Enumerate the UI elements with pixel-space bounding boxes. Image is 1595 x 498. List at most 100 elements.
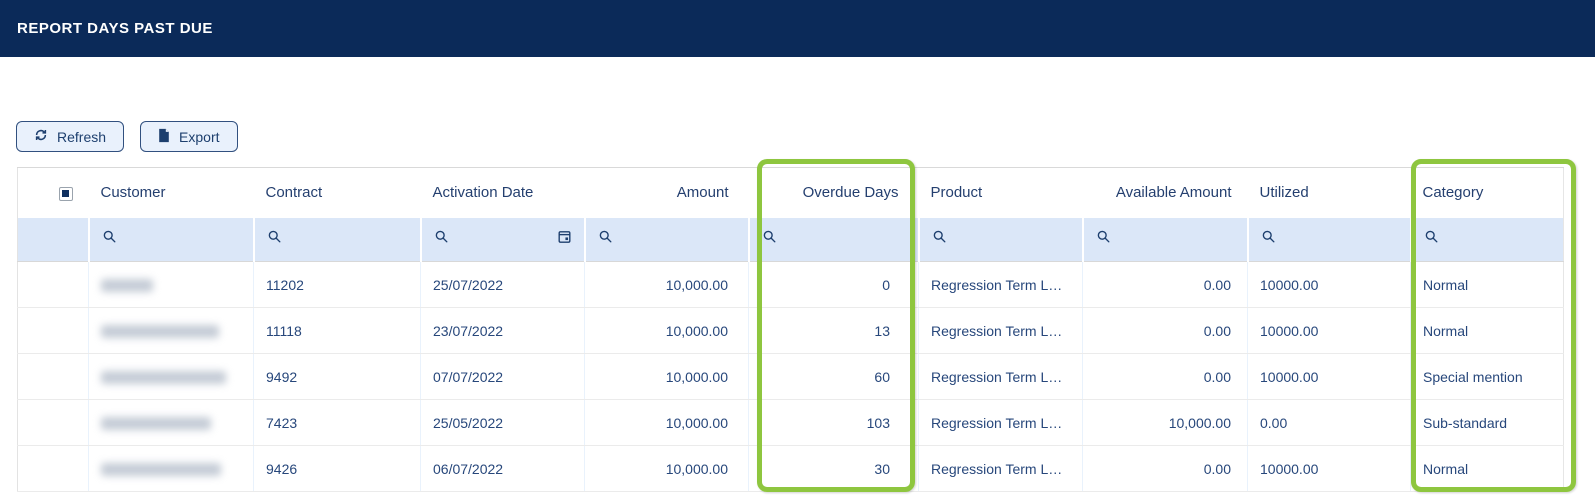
category-cell: Special mention	[1411, 354, 1564, 400]
customer-redacted	[101, 325, 219, 338]
activation-date-cell: 25/07/2022	[421, 262, 585, 308]
search-icon	[1424, 231, 1439, 248]
row-select-cell	[18, 354, 89, 400]
filter-utilized[interactable]	[1248, 218, 1411, 262]
utilized-cell: 0.00	[1248, 400, 1411, 446]
calendar-icon[interactable]	[557, 229, 572, 249]
utilized-cell: 10000.00	[1248, 446, 1411, 492]
utilized-cell: 10000.00	[1248, 262, 1411, 308]
filter-activation-date[interactable]	[421, 218, 585, 262]
overdue-days-cell: 30	[749, 446, 919, 492]
search-icon	[932, 231, 947, 248]
contract-cell: 7423	[254, 400, 421, 446]
search-icon	[1261, 231, 1276, 248]
amount-cell: 10,000.00	[585, 446, 749, 492]
product-cell: Regression Term Loa...	[919, 354, 1083, 400]
available-amount-cell: 0.00	[1083, 354, 1248, 400]
contract-cell: 9426	[254, 446, 421, 492]
table-row[interactable]: 9492 07/07/2022 10,000.00 60 Regression …	[18, 354, 1564, 400]
customer-redacted	[101, 371, 226, 384]
activation-date-cell: 07/07/2022	[421, 354, 585, 400]
export-button[interactable]: Export	[140, 121, 237, 152]
customer-cell	[89, 308, 254, 354]
customer-cell	[89, 446, 254, 492]
table-row[interactable]: 11202 25/07/2022 10,000.00 0 Regression …	[18, 262, 1564, 308]
refresh-button-label: Refresh	[57, 129, 106, 145]
product-cell: Regression Term Loa...	[919, 308, 1083, 354]
contract-cell: 11118	[254, 308, 421, 354]
row-select-cell	[18, 308, 89, 354]
amount-cell: 10,000.00	[585, 262, 749, 308]
customer-cell	[89, 262, 254, 308]
overdue-days-cell: 60	[749, 354, 919, 400]
export-file-icon	[158, 128, 170, 146]
filter-customer[interactable]	[89, 218, 254, 262]
category-cell: Normal	[1411, 308, 1564, 354]
filter-amount[interactable]	[585, 218, 749, 262]
search-icon	[434, 229, 449, 249]
table-row[interactable]: 11118 23/07/2022 10,000.00 13 Regression…	[18, 308, 1564, 354]
overdue-days-cell: 0	[749, 262, 919, 308]
product-cell: Regression Term Loa...	[919, 262, 1083, 308]
search-icon	[102, 231, 117, 248]
contract-cell: 11202	[254, 262, 421, 308]
filter-row	[18, 218, 1564, 262]
filter-available-amount[interactable]	[1083, 218, 1248, 262]
available-amount-cell: 0.00	[1083, 262, 1248, 308]
column-header-available-amount[interactable]: Available Amount	[1083, 168, 1248, 218]
filter-contract[interactable]	[254, 218, 421, 262]
customer-redacted	[101, 279, 153, 292]
select-column-header	[18, 168, 89, 218]
row-select-cell	[18, 400, 89, 446]
column-header-utilized[interactable]: Utilized	[1248, 168, 1411, 218]
available-amount-cell: 0.00	[1083, 308, 1248, 354]
column-header-customer[interactable]: Customer	[89, 168, 254, 218]
available-amount-cell: 10,000.00	[1083, 400, 1248, 446]
column-header-contract[interactable]: Contract	[254, 168, 421, 218]
select-all-checkbox[interactable]	[59, 187, 73, 201]
report-grid: Customer Contract Activation Date Amount…	[17, 167, 1595, 492]
column-header-row: Customer Contract Activation Date Amount…	[18, 168, 1564, 218]
row-select-cell	[18, 262, 89, 308]
column-header-product[interactable]: Product	[919, 168, 1083, 218]
utilized-cell: 10000.00	[1248, 308, 1411, 354]
utilized-cell: 10000.00	[1248, 354, 1411, 400]
overdue-days-cell: 103	[749, 400, 919, 446]
table-row[interactable]: 9426 06/07/2022 10,000.00 30 Regression …	[18, 446, 1564, 492]
report-days-past-due-page: REPORT DAYS PAST DUE Refresh Export	[0, 0, 1595, 498]
column-header-activation-date[interactable]: Activation Date	[421, 168, 585, 218]
checkbox-indeterminate-mark	[62, 190, 69, 197]
activation-date-cell: 06/07/2022	[421, 446, 585, 492]
amount-cell: 10,000.00	[585, 354, 749, 400]
filter-overdue-days[interactable]	[749, 218, 919, 262]
column-header-overdue-days[interactable]: Overdue Days	[749, 168, 919, 218]
customer-cell	[89, 400, 254, 446]
customer-redacted	[101, 463, 221, 476]
row-select-cell	[18, 446, 89, 492]
table-row[interactable]: 7423 25/05/2022 10,000.00 103 Regression…	[18, 400, 1564, 446]
export-button-label: Export	[179, 129, 219, 145]
amount-cell: 10,000.00	[585, 400, 749, 446]
filter-category[interactable]	[1411, 218, 1564, 262]
product-cell: Regression Term Loa...	[919, 446, 1083, 492]
column-header-amount[interactable]: Amount	[585, 168, 749, 218]
column-header-category[interactable]: Category	[1411, 168, 1564, 218]
amount-cell: 10,000.00	[585, 308, 749, 354]
filter-select-cell	[18, 218, 89, 262]
contract-cell: 9492	[254, 354, 421, 400]
product-cell: Regression Term Loa...	[919, 400, 1083, 446]
customer-cell	[89, 354, 254, 400]
overdue-days-cell: 13	[749, 308, 919, 354]
refresh-icon	[34, 128, 48, 145]
activation-date-cell: 23/07/2022	[421, 308, 585, 354]
search-icon	[598, 231, 613, 248]
category-cell: Normal	[1411, 262, 1564, 308]
refresh-button[interactable]: Refresh	[16, 121, 124, 152]
page-title: REPORT DAYS PAST DUE	[0, 20, 213, 37]
customer-redacted	[101, 417, 211, 430]
search-icon	[762, 231, 777, 248]
available-amount-cell: 0.00	[1083, 446, 1248, 492]
toolbar: Refresh Export	[16, 121, 1595, 152]
filter-product[interactable]	[919, 218, 1083, 262]
search-icon	[267, 231, 282, 248]
